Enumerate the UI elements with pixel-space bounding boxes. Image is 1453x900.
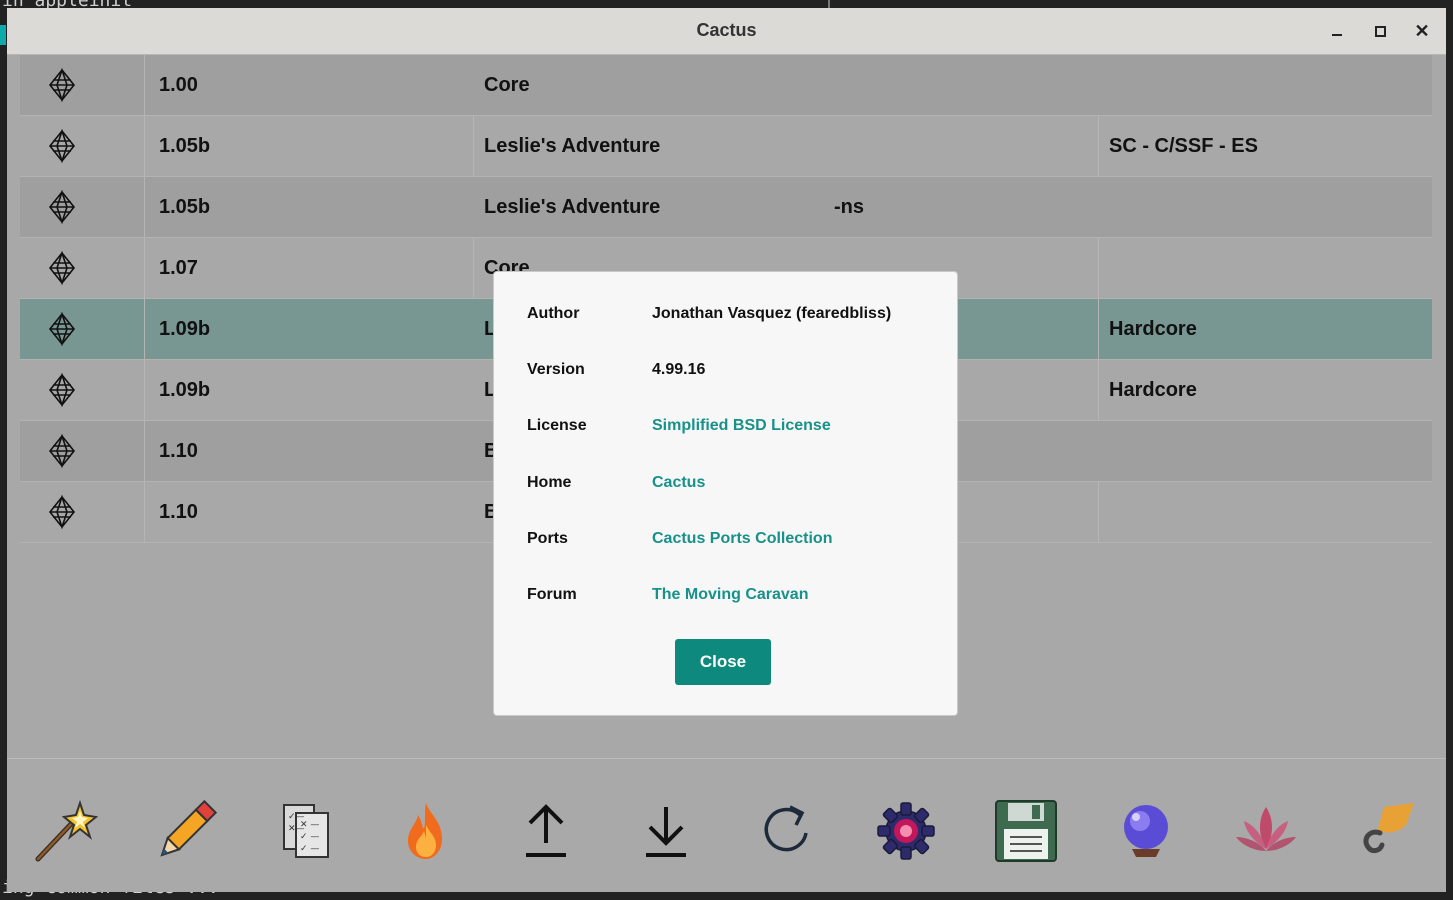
checklist-icon[interactable]: ✓— ✕— ✕ — ✓ — ✓ — (274, 799, 338, 863)
row-version: 1.05b (159, 196, 211, 218)
row-icon-cell (20, 238, 145, 298)
close-window-button[interactable]: ✕ (1410, 20, 1434, 42)
row-name: Leslie's Adventure (484, 135, 661, 157)
row-icon-cell (20, 55, 145, 115)
column-separator (1098, 360, 1099, 420)
lotus-icon[interactable] (1234, 799, 1298, 863)
version-label: Version (527, 361, 585, 378)
about-dialog: Author Jonathan Vasquez (fearedbliss) Ve… (494, 272, 957, 715)
row-icon-cell (20, 177, 145, 237)
author-label: Author (527, 305, 580, 322)
forum-link[interactable]: The Moving Caravan (652, 586, 808, 604)
upload-icon[interactable] (514, 799, 578, 863)
version-value: 4.99.16 (652, 361, 706, 378)
terminal-divider (828, 0, 830, 8)
table-row[interactable]: 1.05b Leslie's Adventure SC - C/SSF - ES (20, 116, 1432, 177)
row-version: 1.07 (159, 257, 198, 279)
crystal-ball-icon[interactable] (1114, 799, 1178, 863)
row-version: 1.09b (159, 379, 211, 401)
window-title: Cactus (696, 20, 757, 40)
svg-text:✕ —: ✕ — (300, 820, 319, 830)
column-separator (473, 238, 474, 298)
row-name: Leslie's Adventure (484, 196, 661, 218)
row-suffix: -ns (834, 196, 864, 218)
row-icon-cell (20, 360, 145, 420)
column-separator (473, 116, 474, 176)
maximize-button[interactable] (1368, 20, 1392, 42)
crystal-icon (48, 312, 76, 346)
row-tag: Hardcore (1109, 379, 1197, 401)
row-name: Core (484, 74, 530, 96)
magic-wand-icon[interactable] (34, 799, 99, 863)
title-bar[interactable]: Cactus ✕ (7, 8, 1446, 55)
ports-link[interactable]: Cactus Ports Collection (652, 530, 832, 548)
hook-icon[interactable] (1354, 799, 1418, 863)
row-version: 1.00 (159, 74, 198, 96)
crystal-icon (48, 129, 76, 163)
floppy-disk-icon[interactable] (994, 799, 1058, 863)
row-icon-cell (20, 116, 145, 176)
column-separator (1098, 299, 1099, 359)
column-separator (1098, 238, 1099, 298)
ports-label: Ports (527, 530, 568, 547)
crystal-icon (48, 495, 76, 529)
row-version: 1.05b (159, 135, 211, 157)
crystal-icon (48, 373, 76, 407)
close-button[interactable]: Close (675, 639, 771, 685)
license-link[interactable]: Simplified BSD License (652, 417, 831, 435)
crystal-icon (48, 68, 76, 102)
column-separator (1098, 116, 1099, 176)
crystal-icon (48, 434, 76, 468)
row-tag: Hardcore (1109, 318, 1197, 340)
terminal-cursor-marker (0, 25, 6, 45)
row-version: 1.10 (159, 501, 198, 523)
minimize-button[interactable] (1325, 20, 1349, 42)
svg-text:✓ —: ✓ — (300, 844, 319, 854)
column-separator (1098, 482, 1099, 542)
forum-label: Forum (527, 586, 577, 603)
home-link[interactable]: Cactus (652, 474, 705, 492)
row-icon-cell (20, 482, 145, 542)
refresh-icon[interactable] (754, 799, 818, 863)
crystal-icon (48, 251, 76, 285)
pencil-icon[interactable] (154, 799, 218, 863)
gear-icon[interactable] (874, 799, 938, 863)
table-row[interactable]: 1.05b Leslie's Adventure -ns (20, 177, 1432, 238)
row-tag: SC - C/SSF - ES (1109, 135, 1258, 157)
fire-icon[interactable] (394, 799, 458, 863)
author-value: Jonathan Vasquez (fearedbliss) (652, 305, 892, 322)
bottom-toolbar: ✓— ✕— ✕ — ✓ — ✓ — (7, 758, 1446, 892)
table-row[interactable]: 1.00 Core (20, 55, 1432, 116)
home-label: Home (527, 474, 572, 491)
download-icon[interactable] (634, 799, 698, 863)
row-icon-cell (20, 421, 145, 481)
row-version: 1.10 (159, 440, 198, 462)
svg-text:✓ —: ✓ — (300, 832, 319, 842)
row-icon-cell (20, 299, 145, 359)
row-version: 1.09b (159, 318, 211, 340)
license-label: License (527, 417, 587, 434)
crystal-icon (48, 190, 76, 224)
